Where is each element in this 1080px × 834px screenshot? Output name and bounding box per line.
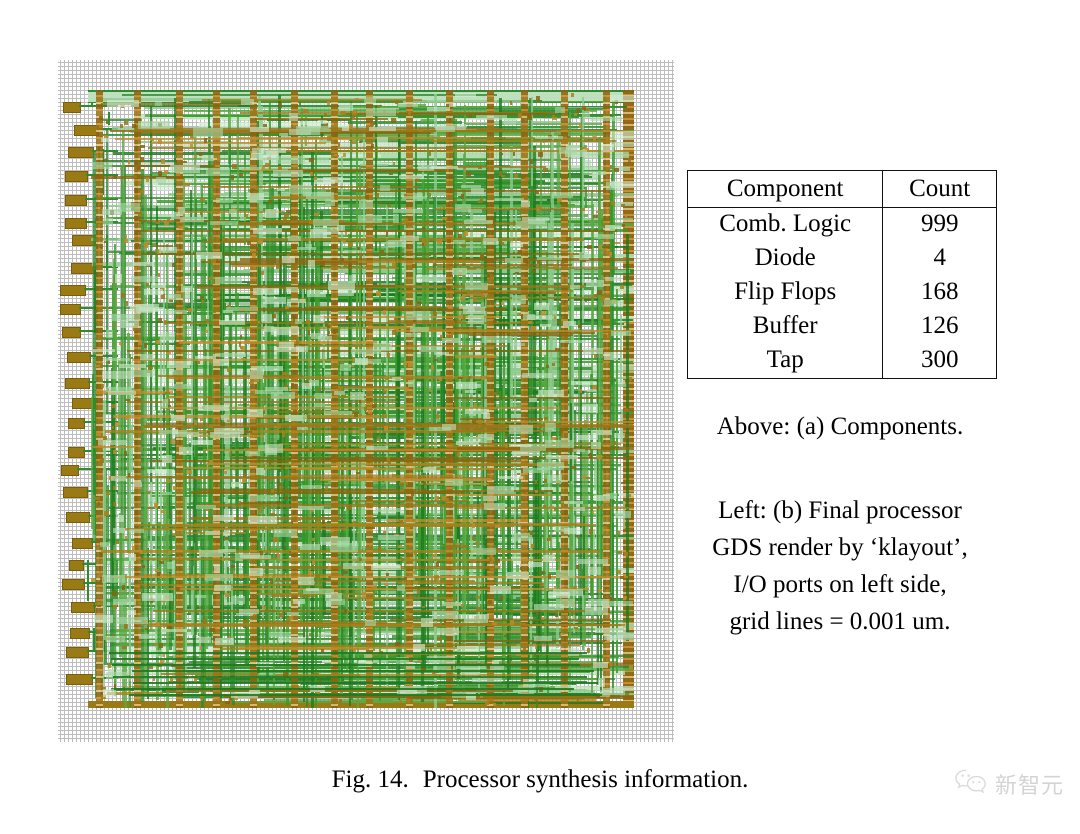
io-port-pad: [62, 579, 86, 590]
io-port-pad: [66, 647, 89, 658]
subcaption-a-line: Above: (a) Components.: [660, 408, 1020, 445]
io-port-pad: [66, 512, 90, 523]
cell-count: 999: [883, 208, 997, 243]
cell-count: 300: [883, 344, 997, 379]
table-row: Diode 4: [688, 242, 997, 276]
subcaption-b-line4: grid lines = 0.001 um.: [660, 603, 1020, 640]
column-header-component: Component: [688, 171, 883, 208]
cell-count: 126: [883, 310, 997, 344]
io-port-pad: [65, 195, 87, 206]
table-body: Comb. Logic 999 Diode 4 Flip Flops 168 B…: [688, 208, 997, 379]
figure-caption: Fig. 14. Processor synthesis information.: [0, 766, 1080, 794]
subcaption-b-line1: Left: (b) Final processor: [660, 492, 1020, 529]
subcaption-b: Left: (b) Final processor GDS render by …: [660, 492, 1020, 640]
io-port-pad: [68, 447, 84, 458]
wechat-icon: [954, 768, 988, 800]
io-port-pad: [65, 171, 88, 182]
components-table: Component Count Comb. Logic 999 Diode 4 …: [687, 170, 997, 379]
io-port-pad: [62, 327, 81, 338]
io-port-pad: [60, 304, 81, 315]
subcaption-a: Above: (a) Components.: [660, 408, 1020, 445]
table-header-row: Component Count: [688, 171, 997, 208]
cell-component: Tap: [688, 344, 883, 379]
figure-caption-text: Processor synthesis information.: [423, 766, 749, 793]
subcaption-b-line3: I/O ports on left side,: [660, 566, 1020, 603]
watermark-text: 新智元: [995, 768, 1064, 800]
table-row: Tap 300: [688, 344, 997, 379]
io-port-pad: [70, 628, 90, 639]
processor-die: [88, 90, 634, 708]
io-port-pad: [65, 378, 89, 389]
column-header-count: Count: [883, 171, 997, 208]
table-row: Buffer 126: [688, 310, 997, 344]
io-port-pad: [63, 102, 81, 113]
cell-component: Comb. Logic: [688, 208, 883, 243]
figure-label: Fig. 14.: [332, 766, 409, 793]
io-port-pad: [68, 418, 85, 429]
gds-layout-panel: [58, 60, 674, 742]
table-row: Comb. Logic 999: [688, 208, 997, 243]
cell-component: Diode: [688, 242, 883, 276]
cell-count: 168: [883, 276, 997, 310]
io-port-pad: [65, 218, 87, 229]
io-port-pad: [63, 487, 88, 498]
cell-count: 4: [883, 242, 997, 276]
io-port-pad: [61, 465, 79, 476]
io-port-pad: [60, 285, 86, 296]
subcaption-b-line2: GDS render by ‘klayout’,: [660, 529, 1020, 566]
cell-component: Flip Flops: [688, 276, 883, 310]
table-row: Flip Flops 168: [688, 276, 997, 310]
watermark: 新智元: [954, 768, 1064, 800]
cell-component: Buffer: [688, 310, 883, 344]
io-port-pad: [69, 560, 84, 571]
